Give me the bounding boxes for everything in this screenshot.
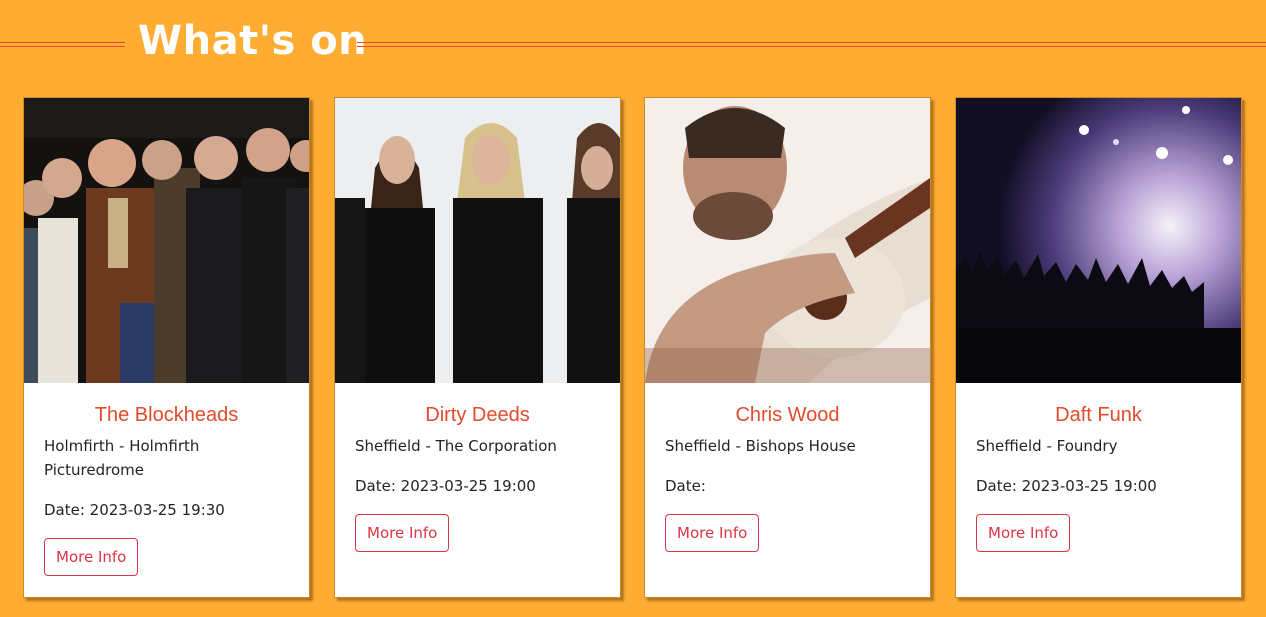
event-image-band-dark [24,98,309,383]
event-card: Daft Funk Sheffield - Foundry Date: 2023… [955,97,1242,598]
event-venue: Sheffield - The Corporation [355,437,557,455]
header-rule-left [0,42,125,47]
event-date: Date: 2023-03-25 19:00 [976,477,1157,495]
event-date: Date: 2023-03-25 19:00 [355,477,536,495]
page-header: What's on [0,0,1266,84]
event-title[interactable]: Dirty Deeds [355,403,600,427]
event-title[interactable]: The Blockheads [44,403,289,427]
event-card: Chris Wood Sheffield - Bishops House Dat… [644,97,931,598]
event-venue: Sheffield - Foundry [976,437,1118,455]
event-venue: Sheffield - Bishops House [665,437,856,455]
event-image-guitarist [645,98,930,383]
more-info-button[interactable]: More Info [355,514,450,552]
event-title[interactable]: Chris Wood [665,403,910,427]
event-venue: Holmfirth - Holmfirth Picturedrome [44,437,200,479]
header-rule-right [357,42,1266,47]
more-info-button[interactable]: More Info [976,514,1071,552]
event-card: The Blockheads Holmfirth - Holmfirth Pic… [23,97,310,598]
page-title: What's on [138,18,368,64]
more-info-button[interactable]: More Info [665,514,760,552]
event-card: Dirty Deeds Sheffield - The Corporation … [334,97,621,598]
event-image-band-white [335,98,620,383]
event-image-concert-crowd [956,98,1241,383]
event-date: Date: [665,477,706,495]
event-date: Date: 2023-03-25 19:30 [44,501,225,519]
event-title[interactable]: Daft Funk [976,403,1221,427]
event-card-list: The Blockheads Holmfirth - Holmfirth Pic… [23,97,1243,600]
more-info-button[interactable]: More Info [44,538,139,576]
